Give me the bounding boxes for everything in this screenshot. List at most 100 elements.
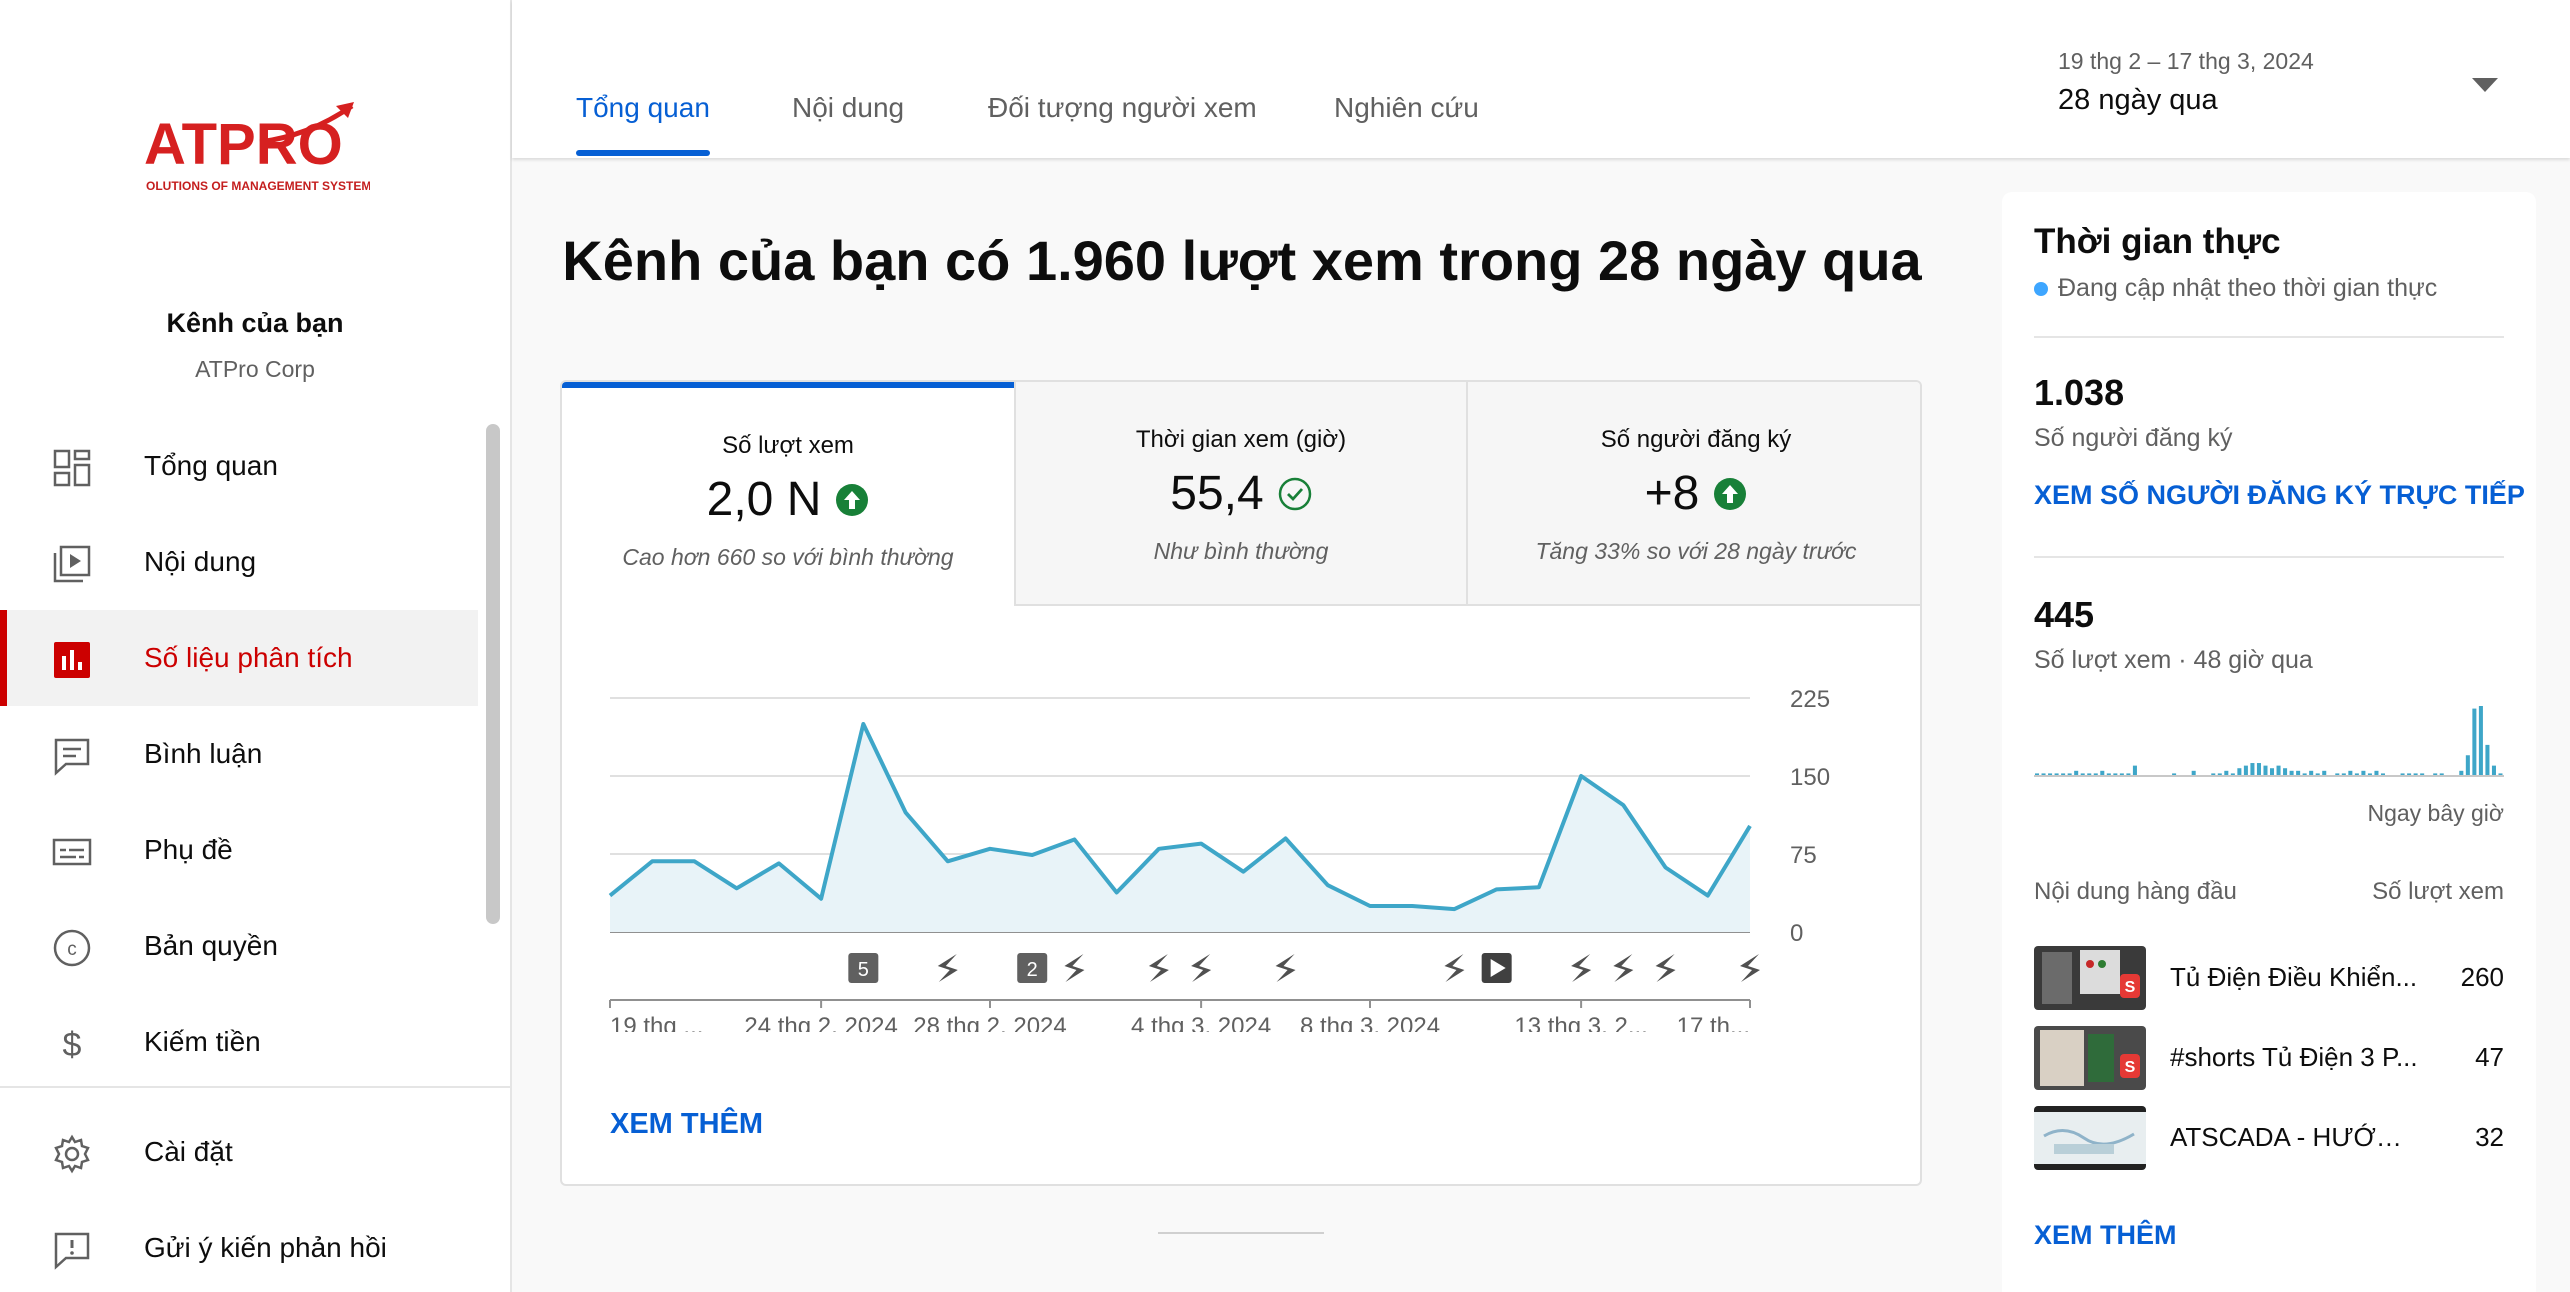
sidebar-divider [0,1086,510,1088]
shorts-marker-icon [1613,954,1634,982]
realtime-see-more-link[interactable]: XEM THÊM [2034,1220,2177,1251]
x-tick-label: 4 thg 3, 2024 [1131,1013,1271,1032]
tab-content[interactable]: Nội dung [792,92,904,124]
views-line-chart[interactable]: 0 75 150 225 5 2 19 thg ... 24 thg 2, 2024 28 th… [562,642,1920,1032]
y-tick-label: 150 [1790,764,1830,791]
divider [2034,336,2504,338]
realtime-bar [2270,768,2275,776]
sidebar-item-analytics[interactable]: Số liệu phân tích [0,610,478,706]
shorts-marker-icon [1275,954,1296,982]
sidebar-item-label: Tổng quan [144,450,278,481]
metric-note: Tăng 33% so với 28 ngày trước [1535,538,1857,564]
y-tick-label: 0 [1790,920,1803,947]
sidebar-scrollbar[interactable] [486,424,500,924]
svg-text:c: c [67,939,77,960]
scroll-handle [1158,1232,1324,1234]
realtime-bar [2465,755,2470,776]
sidebar-item-label: Số liệu phân tích [144,642,353,673]
y-tick-label: 225 [1790,686,1830,713]
realtime-views-count: 445 [2034,594,2095,635]
sidebar-item-copyright[interactable]: c Bản quyền [0,898,478,994]
page-headline: Kênh của bạn có 1.960 lượt xem trong 28 … [562,229,1922,292]
sidebar-item-label: Cài đặt [144,1136,233,1167]
dashboard-icon [53,449,91,487]
realtime-bar [2478,706,2483,776]
sidebar-item-settings[interactable]: Cài đặt [0,1104,478,1200]
realtime-subtitle-text: Đang cập nhật theo thời gian thực [2058,274,2438,302]
copyright-icon: c [53,929,91,967]
shorts-marker-icon [937,954,958,982]
video-views: 32 [2475,1122,2504,1152]
marker-count-label: 2 [1027,959,1038,981]
shorts-marker-icon [1740,954,1760,982]
realtime-subtitle: Đang cập nhật theo thời gian thực [2034,274,2437,303]
realtime-bar-chart[interactable] [2034,700,2504,790]
x-tick-label: 24 thg 2, 2024 [744,1013,897,1032]
shorts-marker-icon [1064,954,1085,982]
realtime-bar [2283,768,2288,776]
dollar-icon: $ [63,1026,82,1064]
video-title: #shorts Tủ Điện 3 P... [2170,1042,2418,1072]
sidebar-item-comments[interactable]: Bình luận [0,706,478,802]
top-video-row[interactable]: ATSCADA - HƯỚNG ... 32 [2034,1106,2504,1172]
logo-wordmark: ATPRO [144,112,343,177]
metric-title: Số người đăng ký [1600,426,1792,453]
sidebar-item-feedback[interactable]: Gửi ý kiến phản hồi [0,1200,478,1292]
subtitles-icon [52,838,92,866]
video-views: 260 [2460,962,2504,992]
sidebar-item-subtitles[interactable]: Phụ đề [0,802,478,898]
video-views: 47 [2475,1042,2504,1072]
studio-app: ATPRO OLUTIONS OF MANAGEMENT SYSTEM Kênh… [0,0,2570,1292]
top-video-row[interactable]: S #shorts Tủ Điện 3 P... 47 [2034,1026,2504,1092]
metric-tab-subscribers[interactable]: Số người đăng ký +8 Tăng 33% so với 28 n… [1466,382,1920,606]
active-tab-indicator [576,150,710,156]
realtime-now-label: Ngay bây giờ [2367,800,2504,826]
check-circle-icon [1278,477,1311,510]
date-range-text: 19 thg 2 – 17 thg 3, 2024 [2058,48,2314,74]
overview-card: Số lượt xem 2,0 N Cao hơn 660 so với bìn… [560,380,1922,1186]
feedback-icon [54,1232,90,1270]
metric-value: +8 [1644,467,1700,520]
x-tick-label: 17 th... [1677,1013,1750,1032]
metric-value: 2,0 N [706,473,822,526]
channel-logo[interactable]: ATPRO OLUTIONS OF MANAGEMENT SYSTEM [140,100,371,210]
metric-note: Như bình thường [1153,538,1329,564]
realtime-bar [2485,744,2490,776]
top-video-row[interactable]: S Tủ Điện Điều Khiển... 260 [2034,946,2504,1012]
metric-tab-watch-time[interactable]: Thời gian xem (giờ) 55,4 Như bình thường [1014,382,1466,606]
shorts-marker-icon [1444,954,1465,982]
realtime-bar [2243,765,2248,776]
live-subscribers-link[interactable]: XEM SỐ NGƯỜI ĐĂNG KÝ TRỰC TIẾP [2034,480,2525,511]
arrow-up-circle-icon [1714,477,1747,510]
subscriber-count: 1.038 [2034,372,2125,413]
sidebar-item-dashboard[interactable]: Tổng quan [0,418,478,514]
realtime-bar [2132,765,2137,776]
video-thumbnail: S [2034,1026,2146,1090]
arrow-up-circle-icon [836,483,869,516]
tab-audience[interactable]: Đối tượng người xem [988,92,1257,124]
see-more-link[interactable]: XEM THÊM [610,1108,763,1141]
realtime-bar [2250,763,2255,776]
x-tick-label: 28 thg 2, 2024 [913,1013,1066,1032]
top-content-heading: Nội dung hàng đầu [2034,878,2237,905]
sidebar-item-label: Gửi ý kiến phản hồi [144,1232,387,1263]
sidebar-item-earn[interactable]: $ Kiếm tiền [0,994,478,1090]
sidebar-item-label: Phụ đề [144,834,233,865]
metric-note: Cao hơn 660 so với bình thường [622,544,954,570]
sidebar-item-content[interactable]: Nội dung [0,514,478,610]
shorts-marker-icon [1655,954,1676,982]
area-fill [610,724,1750,932]
subscriber-count-label: Số người đăng ký [2034,424,2233,452]
sidebar: ATPRO OLUTIONS OF MANAGEMENT SYSTEM Kênh… [0,0,512,1292]
channel-label: Kênh của bạn [166,308,344,338]
gear-icon [54,1134,90,1174]
shorts-marker-icon [1191,954,1212,982]
chevron-down-icon [2472,78,2498,92]
sidebar-item-label: Nội dung [144,546,257,577]
video-title: ATSCADA - HƯỚNG ... [2170,1122,2420,1152]
analytics-icon [54,642,90,678]
tab-research[interactable]: Nghiên cứu [1334,92,1479,124]
metric-tab-views[interactable]: Số lượt xem 2,0 N Cao hơn 660 so với bìn… [562,382,1014,606]
tab-overview[interactable]: Tổng quan [576,92,710,124]
realtime-title: Thời gian thực [2034,222,2281,261]
